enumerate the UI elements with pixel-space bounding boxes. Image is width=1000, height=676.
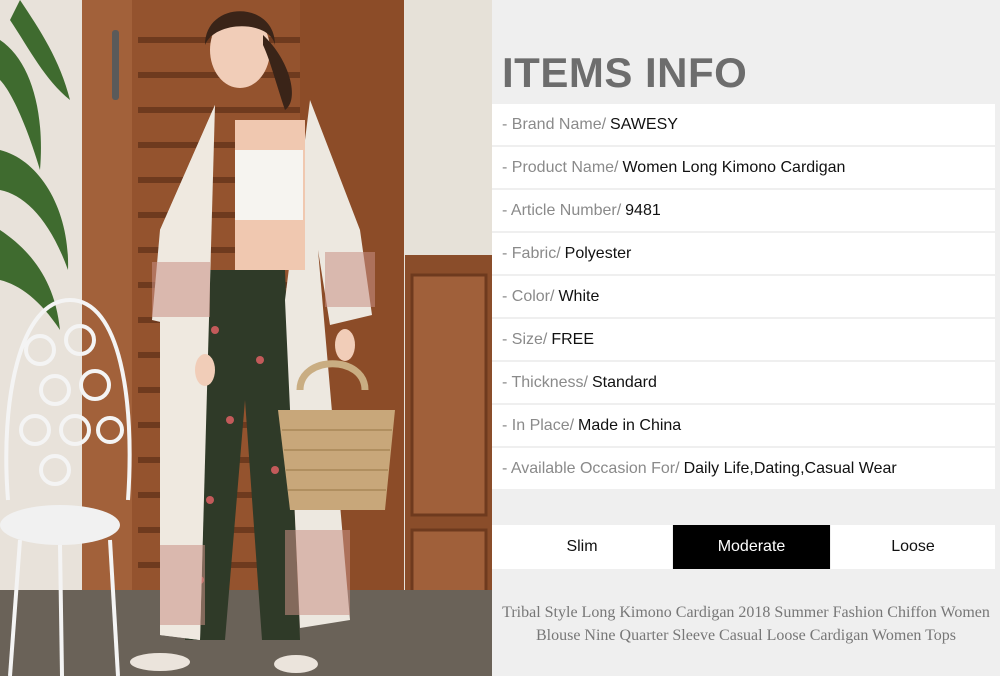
info-label: - Size/ bbox=[502, 330, 548, 348]
info-label: - Thickness/ bbox=[502, 373, 588, 391]
info-row-available-occasion: - Available Occasion For/ Daily Life,Dat… bbox=[492, 448, 995, 489]
items-info-panel: ITEMS INFO - Brand Name/ SAWESY - Produc… bbox=[492, 0, 1000, 676]
info-value: White bbox=[558, 287, 600, 305]
info-value: FREE bbox=[551, 330, 595, 348]
fit-option-label: Slim bbox=[566, 538, 598, 555]
items-info-title: ITEMS INFO bbox=[502, 49, 748, 96]
info-label: - Available Occasion For/ bbox=[502, 459, 680, 477]
info-row-in-place: - In Place/ Made in China bbox=[492, 405, 995, 446]
model-photo-illustration bbox=[0, 0, 492, 676]
fit-option-slim[interactable]: Slim bbox=[492, 525, 672, 569]
info-row-size: - Size/ FREE bbox=[492, 319, 995, 360]
info-row-color: - Color/ White bbox=[492, 276, 995, 317]
info-label: - Product Name/ bbox=[502, 158, 619, 176]
info-label: - Fabric/ bbox=[502, 244, 561, 262]
info-label: - Brand Name/ bbox=[502, 115, 607, 133]
info-value: 9481 bbox=[625, 201, 661, 219]
info-row-brand-name: - Brand Name/ SAWESY bbox=[492, 104, 995, 145]
fit-option-label: Loose bbox=[891, 538, 935, 555]
product-description: Tribal Style Long Kimono Cardigan 2018 S… bbox=[502, 604, 990, 644]
info-value: Polyester bbox=[564, 244, 632, 262]
info-value: Made in China bbox=[578, 416, 682, 434]
product-photo bbox=[0, 0, 492, 676]
info-row-product-name: - Product Name/ Women Long Kimono Cardig… bbox=[492, 147, 995, 188]
info-row-article-number: - Article Number/ 9481 bbox=[492, 190, 995, 231]
info-label: - Color/ bbox=[502, 287, 555, 305]
info-value: Daily Life,Dating,Casual Wear bbox=[683, 459, 897, 477]
info-row-fabric: - Fabric/ Polyester bbox=[492, 233, 995, 274]
info-row-thickness: - Thickness/ Standard bbox=[492, 362, 995, 403]
info-value: Women Long Kimono Cardigan bbox=[622, 158, 846, 176]
info-value: Standard bbox=[591, 373, 657, 391]
info-value: SAWESY bbox=[610, 115, 678, 133]
fit-option-moderate[interactable]: Moderate bbox=[673, 525, 830, 569]
info-label: - Article Number/ bbox=[502, 201, 622, 219]
fit-option-label: Moderate bbox=[717, 538, 786, 555]
fit-option-loose[interactable]: Loose bbox=[831, 525, 995, 569]
info-label: - In Place/ bbox=[502, 416, 575, 434]
